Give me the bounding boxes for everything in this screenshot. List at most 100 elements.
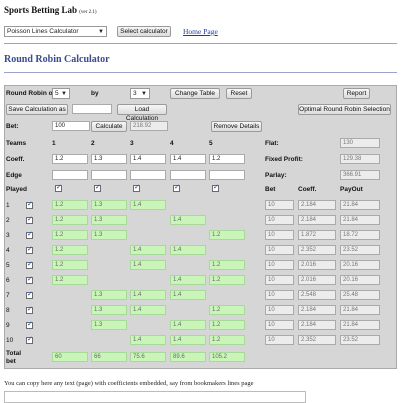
row-number: 8 <box>6 307 10 314</box>
row-bet-field[interactable]: 10 <box>265 245 294 255</box>
row-coeff-field: 2.016 <box>298 260 336 270</box>
parlay-label: Parlay: <box>265 172 287 179</box>
remove-details-button[interactable]: Remove Details <box>211 121 262 132</box>
combo-coeff-cell: 1.4 <box>130 245 166 255</box>
row-coeff-field: 2.352 <box>298 335 336 345</box>
by-label: by <box>91 90 99 97</box>
row-payout-field: 18.72 <box>340 230 380 240</box>
edge-input[interactable] <box>209 170 245 180</box>
combo-coeff-cell: 1.2 <box>209 335 245 345</box>
coeff-input[interactable]: 1.4 <box>170 154 206 164</box>
calculator-select-value: Poisson Lines Calculator <box>7 28 79 35</box>
row-payout-field: 25.48 <box>340 290 380 300</box>
combo-coeff-cell: 1.4 <box>170 290 206 300</box>
edge-input[interactable] <box>170 170 206 180</box>
total-bet-cell: 60 <box>52 352 88 362</box>
played-checkbox[interactable] <box>55 183 62 192</box>
row-checkbox[interactable] <box>26 245 33 254</box>
edge-label: Edge <box>6 172 22 179</box>
played-checkbox[interactable] <box>133 183 140 192</box>
optimal-selection-button[interactable]: Optimal Round Robin Selection <box>298 104 391 115</box>
row-checkbox[interactable] <box>26 275 33 284</box>
site-title: Sports Betting Lab (ver 2.1) <box>4 5 96 15</box>
combo-coeff-cell: 1.2 <box>209 320 245 330</box>
edge-input[interactable] <box>91 170 127 180</box>
row-payout-field: 20.16 <box>340 260 380 270</box>
row-coeff-field: 2.184 <box>298 320 336 330</box>
row-checkbox[interactable] <box>26 260 33 269</box>
row-number: 2 <box>6 217 10 224</box>
bet-input[interactable]: 100 <box>52 121 90 131</box>
row-bet-field[interactable]: 10 <box>265 335 294 345</box>
site-title-text: Sports Betting Lab <box>4 5 78 15</box>
report-button[interactable]: Report <box>343 88 370 99</box>
payout-column-header: PayOut <box>340 186 363 193</box>
team-col-header: 5 <box>209 140 213 147</box>
row-number: 9 <box>6 322 10 329</box>
row-number: 6 <box>6 277 10 284</box>
calculator-select[interactable]: Poisson Lines Calculator ▼ <box>4 26 107 37</box>
row-bet-field[interactable]: 10 <box>265 200 294 210</box>
change-table-button[interactable]: Change Table <box>170 88 220 99</box>
combo-coeff-cell: 1.4 <box>130 200 166 210</box>
round-robin-select[interactable]: 5 ▼ <box>52 88 70 99</box>
row-checkbox[interactable] <box>26 320 33 329</box>
select-calculator-button[interactable]: Select calculator <box>117 26 171 37</box>
coeff-input[interactable]: 1.4 <box>130 154 166 164</box>
combo-coeff-cell: 1.2 <box>52 215 88 225</box>
save-name-input[interactable] <box>72 104 112 114</box>
row-payout-field: 23.52 <box>340 335 380 345</box>
combo-coeff-cell: 1.3 <box>91 215 127 225</box>
row-payout-field: 20.16 <box>340 275 380 285</box>
edge-input[interactable] <box>52 170 88 180</box>
row-checkbox[interactable] <box>26 305 33 314</box>
by-select[interactable]: 3 ▼ <box>130 88 150 99</box>
row-checkbox[interactable] <box>26 200 33 209</box>
reset-button[interactable]: Reset <box>226 88 252 99</box>
home-page-link[interactable]: Home Page <box>183 27 218 36</box>
page-title: Round Robin Calculator <box>4 54 110 65</box>
row-checkbox[interactable] <box>26 215 33 224</box>
fixed-profit-value: 129.38 <box>340 154 380 164</box>
row-bet-field[interactable]: 10 <box>265 290 294 300</box>
played-checkbox[interactable] <box>212 183 219 192</box>
combo-coeff-cell: 1.4 <box>130 335 166 345</box>
row-payout-field: 21.84 <box>340 320 380 330</box>
row-bet-field[interactable]: 10 <box>265 275 294 285</box>
coeff-input[interactable]: 1.2 <box>52 154 88 164</box>
combo-coeff-cell: 1.2 <box>52 260 88 270</box>
row-number: 5 <box>6 262 10 269</box>
footer-note: You can copy here any text (page) with c… <box>4 380 254 387</box>
edge-input[interactable] <box>130 170 166 180</box>
row-number: 3 <box>6 232 10 239</box>
row-bet-field[interactable]: 10 <box>265 260 294 270</box>
save-calculation-button[interactable]: Save Calculation as <box>6 104 68 115</box>
row-checkbox[interactable] <box>26 230 33 239</box>
total-bet-label: Total bet <box>6 350 21 366</box>
row-checkbox[interactable] <box>26 335 33 344</box>
row-bet-field[interactable]: 10 <box>265 320 294 330</box>
played-checkbox[interactable] <box>173 183 180 192</box>
total-bet-cell: 89.6 <box>170 352 206 362</box>
row-bet-field[interactable]: 10 <box>265 230 294 240</box>
combo-coeff-cell: 1.4 <box>170 320 206 330</box>
calculate-button[interactable]: Calculate <box>91 121 127 132</box>
version-label: (ver 2.1) <box>79 10 97 15</box>
combo-coeff-cell: 1.3 <box>91 290 127 300</box>
coeff-input[interactable]: 1.3 <box>91 154 127 164</box>
team-col-header: 2 <box>91 140 95 147</box>
row-bet-field[interactable]: 10 <box>265 215 294 225</box>
chevron-down-icon: ▼ <box>141 91 147 97</box>
coeff-input[interactable]: 1.2 <box>209 154 245 164</box>
row-checkbox[interactable] <box>26 290 33 299</box>
total-bet-cell: 75.6 <box>130 352 166 362</box>
load-calculation-button[interactable]: Load Calculation <box>117 104 167 122</box>
round-robin-label: Round Robin of <box>6 90 55 97</box>
row-payout-field: 23.52 <box>340 245 380 255</box>
paste-text-area[interactable] <box>4 391 306 403</box>
combo-coeff-cell: 1.2 <box>52 245 88 255</box>
combo-coeff-cell: 1.2 <box>209 305 245 315</box>
played-checkbox[interactable] <box>94 183 101 192</box>
row-bet-field[interactable]: 10 <box>265 305 294 315</box>
total-bet-cell: 66 <box>91 352 127 362</box>
